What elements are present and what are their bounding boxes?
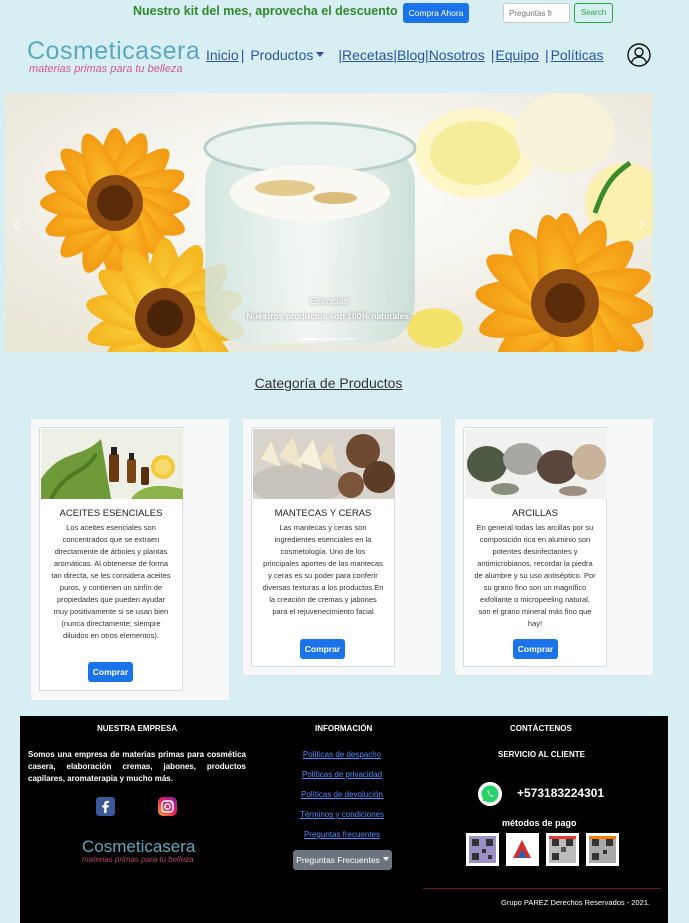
arcillas-image [465,429,607,499]
whatsapp-icon[interactable] [478,782,502,806]
card-title: ACEITES ESENCIALES [59,508,163,519]
site-footer: NUESTRA EMPRESA Somos una empresa de mat… [20,716,668,923]
chevron-down-icon [316,52,325,57]
nav-blog[interactable]: Blog [397,47,425,63]
card-title: ARCILLAS [512,508,558,519]
facebook-icon[interactable] [96,797,115,816]
search-button[interactable]: Search [574,3,613,23]
payment-qr-code [466,833,499,866]
footer-company-text: Somos una empresa de materias primas par… [28,750,246,783]
payment-qr-code [586,833,619,866]
footer-link-privacidad[interactable]: Políticas de privacidad [262,770,422,779]
footer-company-heading: NUESTRA EMPRESA [97,724,178,733]
faq-dropdown-label: Preguntas Frecuentes [296,855,380,865]
card-description: Las mantecas y ceras son ingredientes es… [262,523,384,616]
brand-name: Cosmeticasera [27,37,201,65]
footer-logo-name: Cosmeticasera [82,837,196,856]
card-description: En general todas las arcillas por su com… [474,523,596,628]
hero-carousel: ‹ › Esencias Nuestros productos son 100%… [5,93,653,352]
buy-arcillas-button[interactable]: Comprar [513,639,558,659]
footer-info-heading: INFORMACIÓN [315,724,373,733]
carousel-indicator[interactable] [321,338,337,340]
payment-method-logo [506,833,539,866]
category-title[interactable]: Categoría de Productos [0,375,657,391]
nav-productos-label: Productos [250,47,314,63]
copyright-text: Grupo PAREZ Derechos Reservados - 2021. [501,898,651,907]
mantecas-image [253,429,395,499]
hero-caption: Esencias Nuestros productos son 100% nat… [5,296,653,321]
payment-methods-label: métodos de pago [502,818,577,828]
aceites-image [41,429,183,499]
instagram-icon[interactable] [158,797,177,816]
buy-aceites-button[interactable]: Comprar [88,662,133,682]
buy-mantecas-button[interactable]: Comprar [300,639,345,659]
hero-caption-text: Nuestros productos son 100% naturales. [246,311,412,321]
footer-contact-heading: CONTÁCTENOS [510,724,572,733]
customer-service-label: SERVICIO AL CLIENTE [498,750,585,759]
product-card-aceites: ACEITES ESENCIALES Los aceites esenciale… [39,427,183,691]
carousel-indicator[interactable] [340,338,356,340]
faq-dropdown-button[interactable]: Preguntas Frecuentes [293,850,392,870]
category-panel-aceites: ACEITES ESENCIALES Los aceites esenciale… [30,418,230,701]
category-panel-mantecas: MANTECAS Y CERAS Las mantecas y ceras so… [242,418,442,676]
brand-tagline: materias primas para tu belleza [29,63,183,75]
nav-politicas[interactable]: Políticas [551,47,604,63]
footer-divider [423,888,661,889]
footer-link-devolucion[interactable]: Políticas de devolución [262,790,422,799]
nav-recetas[interactable]: Recetas [342,47,393,63]
carousel-prev-icon[interactable]: ‹ [13,213,20,236]
carousel-indicator[interactable] [302,338,318,340]
footer-link-despacho[interactable]: Políticas de despacho [262,750,422,759]
nav-nosotros[interactable]: Nosotros [429,47,485,63]
user-account-icon[interactable] [627,43,651,67]
payment-qr-code [546,833,579,866]
search-input[interactable] [503,3,570,23]
phone-number[interactable]: +573183224301 [517,786,604,800]
product-card-arcillas: ARCILLAS En general todas las arcillas p… [463,427,607,667]
product-card-mantecas: MANTECAS Y CERAS Las mantecas y ceras so… [251,427,395,667]
buy-now-button[interactable]: Compra Ahora [403,3,469,23]
promo-text: Nuestro kit del mes, aprovecha el descue… [133,4,398,18]
footer-logo-tagline: materias primas para tu belleza [82,855,194,864]
nav-equipo[interactable]: Equipo [495,47,539,63]
nav-productos[interactable]: Productos [250,47,325,63]
category-panel-arcillas: ARCILLAS En general todas las arcillas p… [454,418,654,676]
carousel-next-icon[interactable]: › [638,213,645,236]
card-title: MANTECAS Y CERAS [274,508,372,519]
hero-caption-title: Esencias [309,296,349,307]
footer-link-terminos[interactable]: Términos y condiciones [262,810,422,819]
card-description: Los aceites esenciales son concentrados … [51,523,171,640]
footer-logo: Cosmeticasera materias primas para tu be… [82,837,195,864]
nav-inicio[interactable]: Inicio [206,47,239,63]
main-nav: Inicio | Productos | Recetas | Blog | No… [206,47,604,63]
footer-link-faq[interactable]: Preguntas frecuentes [262,830,422,839]
brand-logo[interactable]: Cosmeticasera materias primas para tu be… [27,37,200,75]
chevron-down-icon [382,857,389,861]
carousel-indicators [302,338,356,340]
